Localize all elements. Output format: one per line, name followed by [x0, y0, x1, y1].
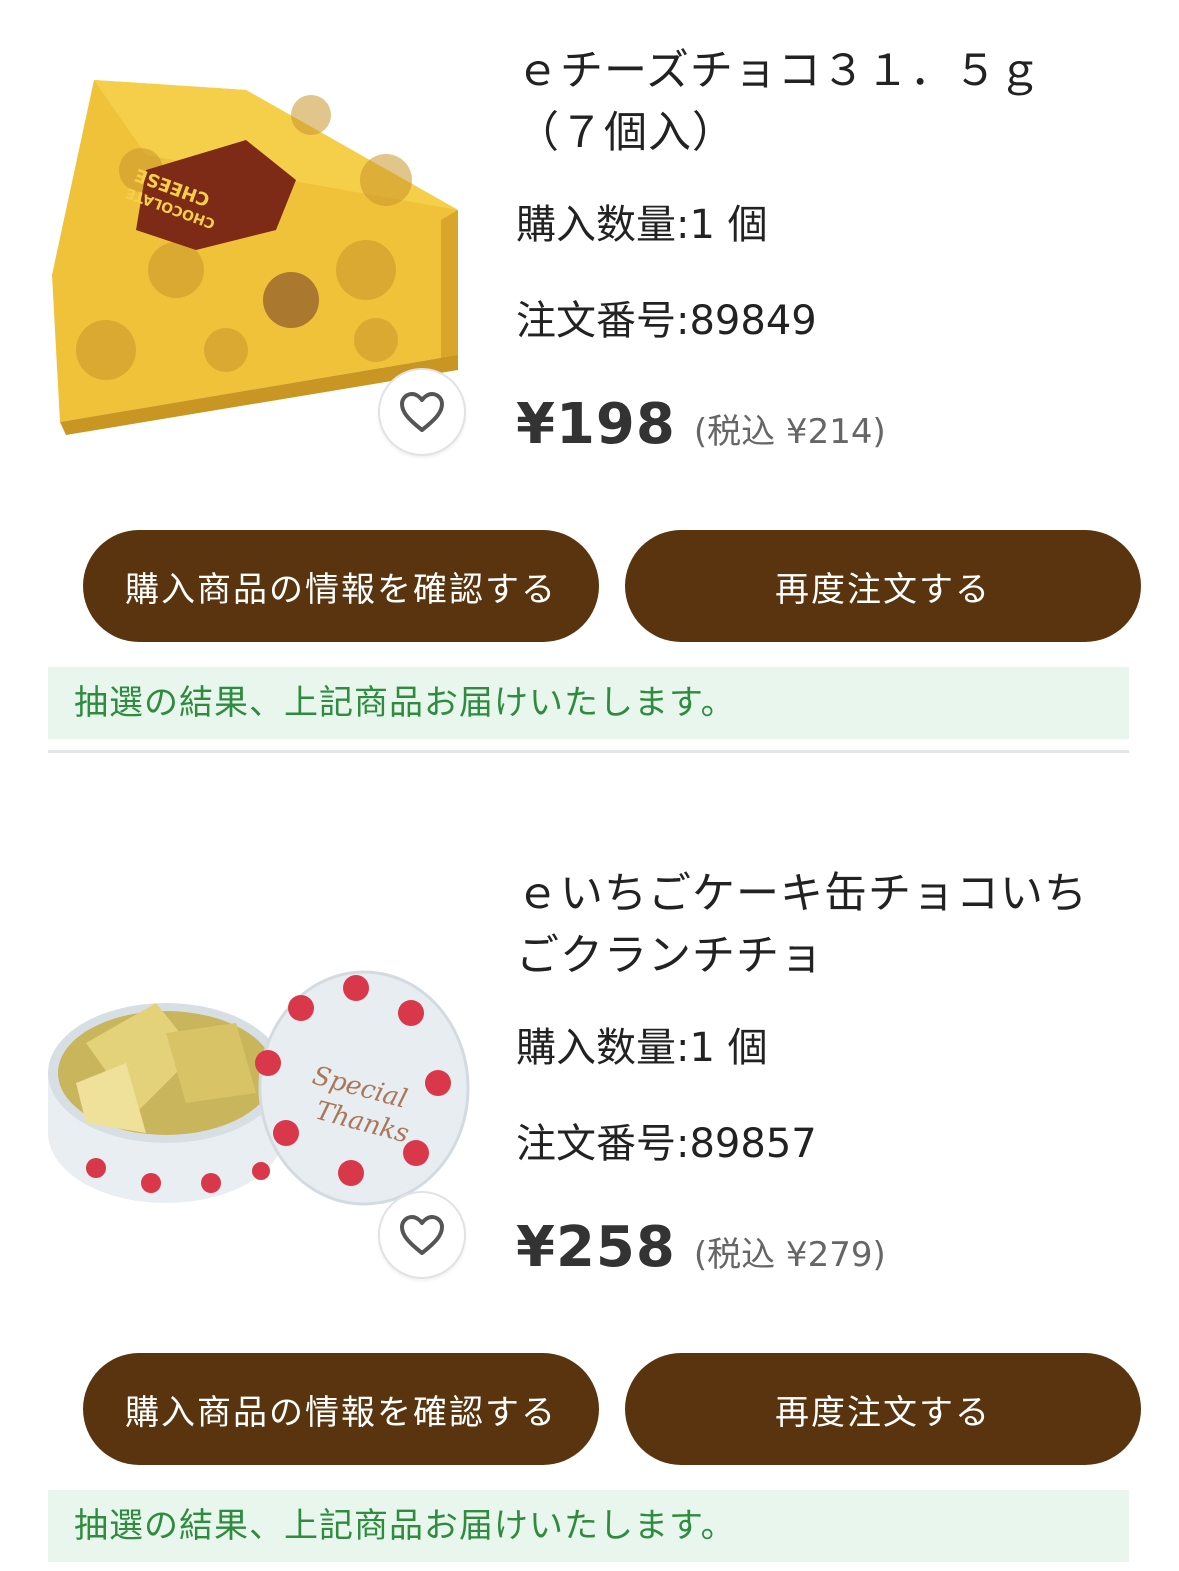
price-tax-included: (税込 ¥214)	[693, 412, 886, 452]
product-name[interactable]: ｅいちごケーキ缶チョコいちごクランチチョ	[516, 863, 1116, 987]
reorder-button[interactable]: 再度注文する	[625, 1353, 1141, 1465]
product-info: ｅいちごケーキ缶チョコいちごクランチチョ 購入数量:1 個 注文番号:89857…	[516, 863, 1136, 1280]
purchase-quantity: 購入数量:1 個	[516, 1025, 768, 1071]
price-row: ¥198 (税込 ¥214)	[516, 392, 1136, 457]
purchase-quantity: 購入数量:1 個	[516, 202, 768, 248]
view-product-info-button[interactable]: 購入商品の情報を確認する	[83, 530, 599, 642]
order-number: 注文番号:89849	[516, 298, 817, 344]
favorite-button[interactable]	[378, 1191, 466, 1279]
price-row: ¥258 (税込 ¥279)	[516, 1215, 1136, 1280]
price: ¥258	[516, 1215, 676, 1280]
product-info: ｅチーズチョコ３１．５ｇ（７個入） 購入数量:1 個 注文番号:89849 ¥1…	[516, 40, 1136, 457]
product-image-strawberry-tin[interactable]: Special Thanks	[46, 933, 470, 1233]
price-tax-included: (税込 ¥279)	[693, 1235, 886, 1275]
heart-outline-icon	[400, 1215, 444, 1255]
favorite-button[interactable]	[378, 368, 466, 456]
view-product-info-button[interactable]: 購入商品の情報を確認する	[83, 1353, 599, 1465]
product-name[interactable]: ｅチーズチョコ３１．５ｇ（７個入）	[516, 40, 1116, 164]
reorder-button[interactable]: 再度注文する	[625, 530, 1141, 642]
heart-outline-icon	[400, 392, 444, 432]
divider	[48, 750, 1129, 753]
order-number: 注文番号:89857	[516, 1121, 817, 1167]
strawberry-tin-image: Special Thanks	[48, 970, 470, 1206]
price: ¥198	[516, 392, 676, 457]
lottery-result-notice: 抽選の結果、上記商品お届けいたします。	[48, 1490, 1129, 1562]
lottery-result-notice: 抽選の結果、上記商品お届けいたします。	[48, 667, 1129, 739]
